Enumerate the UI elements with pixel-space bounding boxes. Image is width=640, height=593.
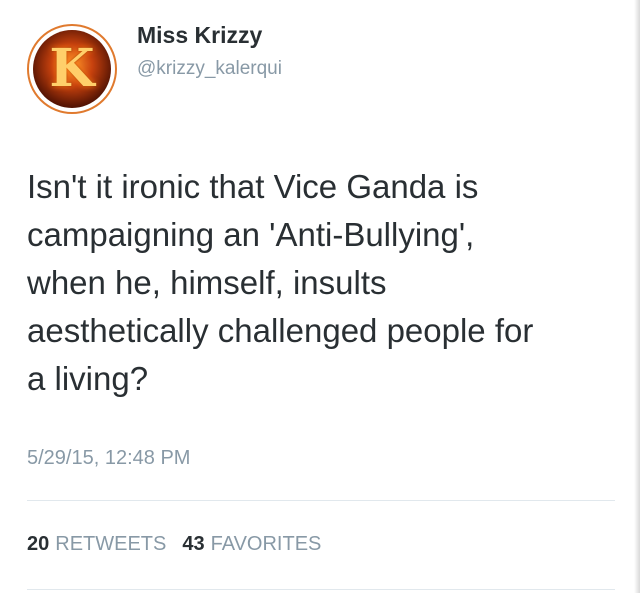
tweet-text: Isn't it ironic that Vice Ganda is campa… [27, 168, 534, 397]
favorites-stat[interactable]: 43 FAVORITES [182, 533, 321, 556]
retweets-count: 20 [27, 533, 50, 555]
divider [27, 500, 615, 501]
tweet-timestamp[interactable]: 5/29/15, 12:48 PM [27, 447, 190, 470]
divider [27, 589, 615, 590]
screen-edge-shadow [634, 0, 640, 593]
display-name[interactable]: Miss Krizzy [137, 22, 262, 49]
avatar[interactable]: K [27, 24, 117, 114]
avatar-letter: K [49, 38, 95, 99]
favorites-count: 43 [182, 533, 205, 555]
favorites-label: FAVORITES [210, 533, 322, 555]
avatar-image: K [33, 30, 111, 108]
retweets-stat[interactable]: 20 RETWEETS [27, 533, 166, 556]
tweet-card: K Miss Krizzy @krizzy_kalerqui Isn't it … [0, 0, 640, 593]
retweets-label: RETWEETS [55, 533, 167, 555]
tweet-stats: 20 RETWEETS 43 FAVORITES [27, 533, 331, 556]
user-handle[interactable]: @krizzy_kalerqui [137, 58, 282, 80]
